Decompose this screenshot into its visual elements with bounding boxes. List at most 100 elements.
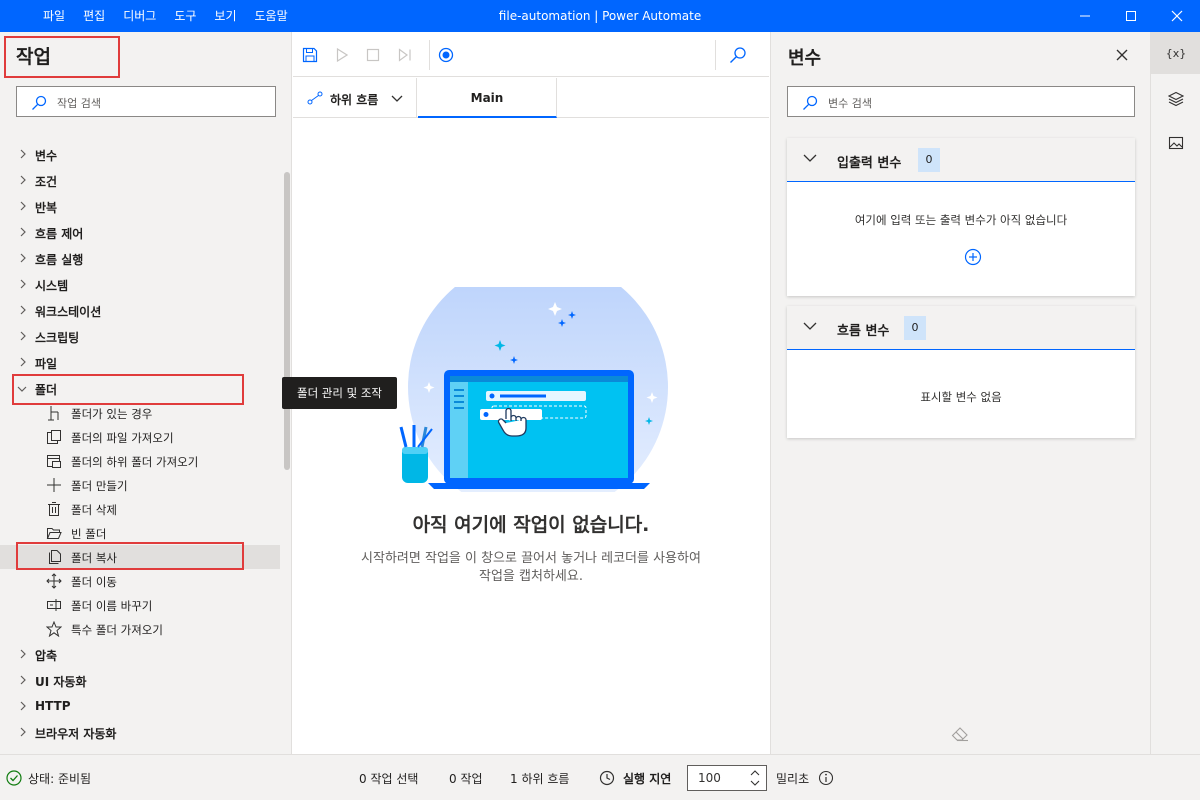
highlight-box [16, 542, 244, 570]
action-move-folder[interactable]: 폴더 이동 [0, 569, 280, 593]
chevron-right-icon [20, 201, 26, 211]
clear-variables-button[interactable] [951, 726, 969, 745]
category-http[interactable]: HTTP [0, 693, 280, 719]
search-icon [803, 95, 818, 110]
io-variables-count: 0 [918, 148, 940, 172]
category-browser-automation[interactable]: 브라우저 자동화 [0, 719, 280, 745]
branch-icon [48, 406, 59, 421]
chevron-right-icon [20, 305, 26, 315]
actions-pane-title: 작업 [16, 46, 51, 68]
info-icon[interactable] [818, 770, 834, 786]
stop-button[interactable] [362, 44, 384, 66]
action-if-folder-exists[interactable]: 폴더가 있는 경우 [0, 401, 280, 425]
run-delay-label: 실행 지연 [623, 772, 672, 786]
menu-debug[interactable]: 디버그 [114, 0, 165, 32]
variables-pane: 변수 변수 검색 입출력 변수 0 여기에 입력 또는 출력 변수가 아직 없습… [770, 32, 1150, 754]
close-window-button[interactable] [1154, 0, 1200, 32]
category-conditionals[interactable]: 조건 [0, 167, 280, 193]
category-system[interactable]: 시스템 [0, 271, 280, 297]
category-label: 파일 [35, 357, 58, 371]
menu-edit[interactable]: 편집 [74, 0, 114, 32]
tab-main[interactable]: Main [418, 78, 557, 118]
toolbar-divider [715, 40, 716, 70]
layers-icon [1168, 91, 1184, 107]
category-workstation[interactable]: 워크스테이션 [0, 297, 280, 323]
maximize-button[interactable] [1108, 0, 1154, 32]
menu-help[interactable]: 도움말 [246, 0, 297, 32]
category-label: 브라우저 자동화 [35, 727, 117, 741]
ui-elements-rail-button[interactable] [1151, 78, 1200, 120]
variables-rail-button[interactable]: {x} [1151, 32, 1200, 74]
category-loops[interactable]: 반복 [0, 193, 280, 219]
chevron-right-icon [20, 701, 26, 711]
category-compression[interactable]: 압축 [0, 641, 280, 667]
action-search-input[interactable]: 작업 검색 [16, 86, 276, 117]
designer-toolbar [293, 32, 769, 77]
chevron-down-icon [803, 154, 817, 162]
action-create-folder[interactable]: 폴더 만들기 [0, 473, 280, 497]
category-label: 압축 [35, 649, 58, 663]
action-delete-folder[interactable]: 폴더 삭제 [0, 497, 280, 521]
category-run-flow[interactable]: 흐름 실행 [0, 245, 280, 271]
run-next-action-button[interactable] [394, 44, 416, 66]
action-label: 폴더 삭제 [71, 503, 117, 517]
star-icon [46, 621, 62, 637]
action-get-special-folder[interactable]: 특수 폴더 가져오기 [0, 617, 280, 641]
action-label: 폴더 이동 [71, 575, 117, 589]
category-scripting[interactable]: 스크립팅 [0, 323, 280, 349]
action-get-subfolders[interactable]: 폴더의 하위 폴더 가져오기 [0, 449, 280, 473]
action-rename-folder[interactable]: 폴더 이름 바꾸기 [0, 593, 280, 617]
chevron-right-icon [20, 279, 26, 289]
add-io-variable-button[interactable] [964, 248, 982, 269]
menu-file[interactable]: 파일 [34, 0, 74, 32]
actions-count: 0 작업 [449, 772, 483, 786]
category-variables[interactable]: 변수 [0, 141, 280, 167]
io-variables-header[interactable]: 입출력 변수 0 [787, 138, 1135, 182]
title-bar: 파일 편집 디버그 도구 보기 도움말 file-automation | Po… [0, 0, 1200, 32]
category-flow-control[interactable]: 흐름 제어 [0, 219, 280, 245]
category-tooltip: 폴더 관리 및 조작 [282, 377, 397, 409]
chevron-right-icon [20, 227, 26, 237]
category-label: 스크립팅 [35, 331, 80, 345]
chevron-right-icon [20, 357, 26, 367]
category-label: 시스템 [35, 279, 69, 293]
action-label: 폴더의 파일 가져오기 [71, 431, 174, 445]
flow-variables-header[interactable]: 흐름 변수 0 [787, 306, 1135, 350]
step-icon [398, 48, 411, 62]
images-rail-button[interactable] [1151, 122, 1200, 164]
chevron-right-icon [20, 253, 26, 263]
run-button[interactable] [331, 44, 353, 66]
search-icon [730, 47, 746, 63]
category-ui-automation[interactable]: UI 자동화 [0, 667, 280, 693]
action-label: 빈 폴더 [71, 527, 107, 541]
flow-variables-empty-text: 표시할 변수 없음 [920, 390, 1002, 404]
recorder-button[interactable] [435, 44, 457, 66]
flow-variables-count: 0 [904, 316, 926, 340]
selected-actions-count: 0 작업 선택 [359, 772, 419, 786]
action-get-files-in-folder[interactable]: 폴더의 파일 가져오기 [0, 425, 280, 449]
chevron-down-icon [391, 95, 403, 102]
category-label: 반복 [35, 201, 58, 215]
subflows-dropdown[interactable]: 하위 흐름 [293, 78, 417, 118]
close-variables-button[interactable] [1116, 49, 1128, 64]
subflows-label: 하위 흐름 [330, 93, 379, 107]
save-button[interactable] [299, 44, 321, 66]
chevron-right-icon [20, 331, 26, 341]
search-flow-button[interactable] [727, 44, 749, 66]
toolbar-divider [429, 40, 430, 70]
chevron-down-icon [803, 322, 817, 330]
stepper-icon[interactable] [750, 769, 760, 787]
menu-tools[interactable]: 도구 [165, 0, 205, 32]
run-delay-input[interactable]: 100 [687, 765, 767, 791]
minimize-button[interactable] [1062, 0, 1108, 32]
close-icon [1116, 49, 1128, 61]
category-file[interactable]: 파일 [0, 349, 280, 375]
action-label: 폴더 이름 바꾸기 [71, 599, 153, 613]
variables-rail-icon: {x} [1165, 46, 1187, 60]
variable-search-input[interactable]: 변수 검색 [787, 86, 1135, 117]
chevron-right-icon [20, 175, 26, 185]
actions-scrollbar[interactable] [284, 172, 290, 470]
menu-view[interactable]: 보기 [205, 0, 245, 32]
record-icon [438, 47, 454, 63]
category-label: 워크스테이션 [35, 305, 102, 319]
